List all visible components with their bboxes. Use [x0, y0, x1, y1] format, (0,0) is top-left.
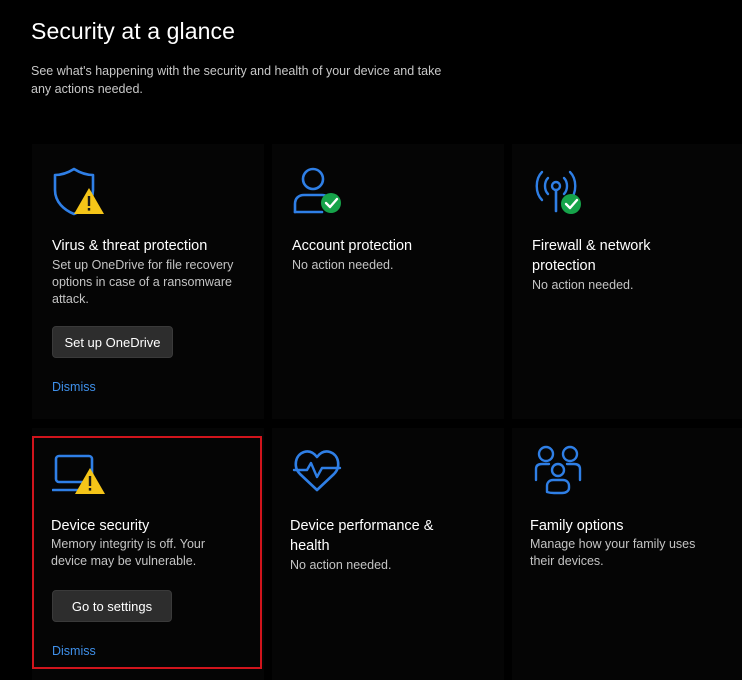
card-firewall-network-protection[interactable]: Firewall & network protection No action …	[512, 144, 742, 419]
card-title: Firewall & network protection	[532, 238, 651, 274]
card-account-protection[interactable]: Account protection No action needed.	[272, 144, 504, 419]
card-device-security[interactable]: Device security Memory integrity is off.…	[32, 428, 264, 680]
card-description: No action needed.	[292, 258, 394, 272]
card-device-performance-health[interactable]: Device performance & health No action ne…	[272, 428, 504, 680]
laptop-warning-icon	[51, 452, 108, 504]
card-title: Account protection	[292, 238, 413, 254]
security-at-a-glance-page: Security at a glance See what's happenin…	[0, 0, 742, 680]
page-subtitle: See what's happening with the security a…	[31, 64, 442, 96]
card-title: Family options	[530, 518, 624, 534]
card-family-options[interactable]: Family options Manage how your family us…	[512, 428, 742, 680]
page-title: Security at a glance	[31, 18, 236, 44]
dismiss-link[interactable]: Dismiss	[52, 380, 96, 394]
set-up-onedrive-button[interactable]: Set up OneDrive	[52, 326, 173, 358]
card-description: No action needed.	[532, 278, 634, 292]
card-title: Device performance & health	[290, 518, 434, 554]
dismiss-link[interactable]: Dismiss	[52, 644, 96, 658]
card-description: Set up OneDrive for file recovery option…	[52, 258, 234, 306]
card-description: Manage how your family uses their device…	[530, 537, 696, 568]
card-title: Device security	[51, 518, 150, 534]
family-icon	[532, 444, 588, 496]
card-virus-threat-protection[interactable]: Virus & threat protection Set up OneDriv…	[32, 144, 264, 419]
go-to-settings-button[interactable]: Go to settings	[52, 590, 172, 622]
card-description: No action needed.	[290, 558, 392, 572]
shield-warning-icon	[52, 166, 108, 218]
heart-pulse-icon	[292, 446, 348, 498]
person-check-icon	[292, 166, 348, 218]
card-title: Virus & threat protection	[52, 238, 208, 254]
card-description: Memory integrity is off. Your device may…	[51, 537, 206, 568]
wifi-antenna-check-icon	[532, 166, 588, 218]
